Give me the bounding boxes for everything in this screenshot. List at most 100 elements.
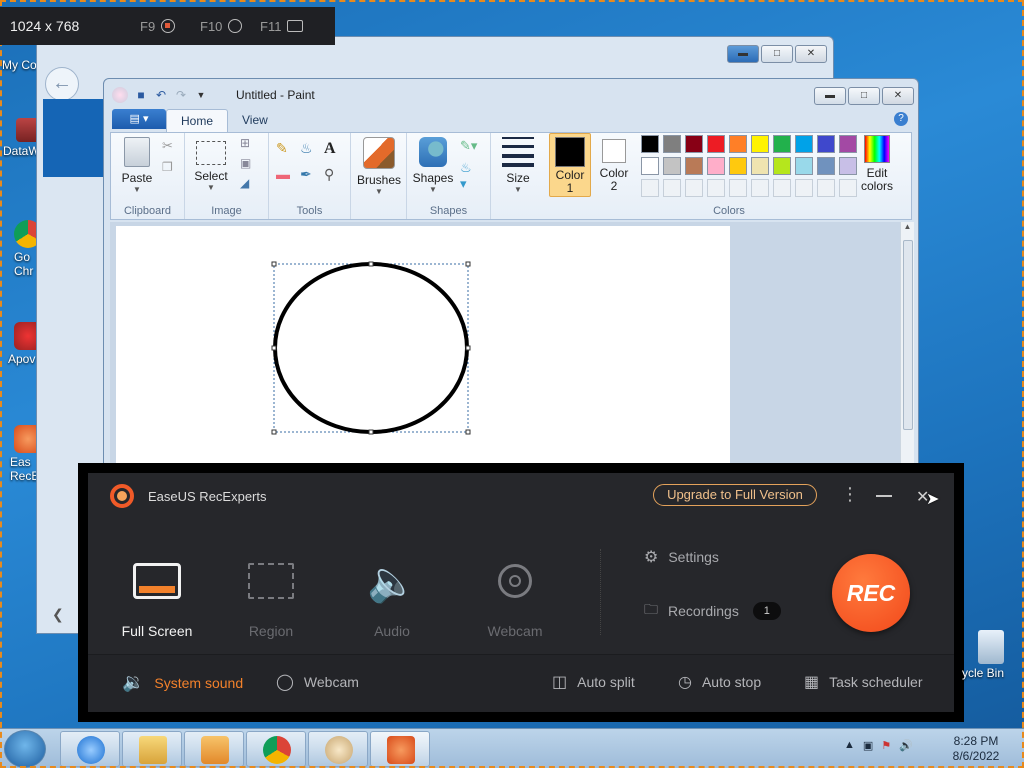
mode-webcam[interactable]: Webcam bbox=[470, 557, 560, 639]
scroll-thumb[interactable] bbox=[903, 240, 913, 430]
outline-icon[interactable]: ✎▾ bbox=[459, 137, 479, 157]
taskbar-ie[interactable] bbox=[60, 731, 120, 767]
color2-button[interactable]: Color 2 bbox=[593, 133, 635, 197]
taskbar-chrome[interactable] bbox=[246, 731, 306, 767]
fill-icon[interactable]: ♨ bbox=[299, 139, 319, 159]
webcam-toggle[interactable]: ◯ Webcam bbox=[276, 672, 359, 692]
color-swatch[interactable] bbox=[663, 179, 681, 197]
size-button[interactable]: Size ▼ bbox=[497, 137, 539, 194]
color-swatch[interactable] bbox=[795, 157, 813, 175]
auto-split-button[interactable]: ◫ Auto split bbox=[552, 672, 635, 692]
edit-colors-button[interactable]: Edit colors bbox=[855, 133, 899, 193]
crop-icon[interactable]: ⊞ bbox=[239, 135, 259, 155]
recordings-link[interactable]: 🗀 Recordings 1 bbox=[644, 599, 781, 623]
color-swatch[interactable] bbox=[795, 135, 813, 153]
magnifier-icon[interactable]: ⚲ bbox=[323, 165, 343, 185]
color-swatch[interactable] bbox=[685, 135, 703, 153]
taskbar-paint[interactable] bbox=[308, 731, 368, 767]
fill-shape-icon[interactable]: ♨▾ bbox=[459, 159, 479, 191]
paint-app-icon[interactable] bbox=[112, 87, 128, 103]
explorer-close-button[interactable]: ✕ bbox=[795, 45, 827, 63]
network-icon[interactable]: ▣ bbox=[863, 739, 873, 752]
minimize-icon[interactable] bbox=[876, 495, 892, 497]
scroll-up-icon[interactable]: ▲ bbox=[901, 222, 914, 231]
tab-home[interactable]: Home bbox=[166, 109, 229, 133]
rotate-icon[interactable]: ◢ bbox=[239, 175, 259, 195]
resize-icon[interactable]: ▣ bbox=[239, 155, 259, 175]
explorer-minimize-button[interactable]: ▬ bbox=[727, 45, 759, 63]
copy-icon[interactable]: ❐ bbox=[161, 159, 181, 179]
color-swatch[interactable] bbox=[729, 157, 747, 175]
color-swatch[interactable] bbox=[707, 135, 725, 153]
show-hidden-icons-icon[interactable]: ▲ bbox=[844, 739, 855, 752]
color-swatch[interactable] bbox=[663, 135, 681, 153]
redo-icon[interactable]: ↷ bbox=[174, 88, 188, 102]
color-swatch[interactable] bbox=[641, 157, 659, 175]
color-swatch[interactable] bbox=[729, 179, 747, 197]
pencil-icon[interactable]: ✎ bbox=[275, 139, 295, 159]
volume-icon[interactable]: 🔊 bbox=[899, 739, 913, 752]
vertical-scrollbar[interactable]: ▲ bbox=[900, 222, 914, 467]
system-sound-toggle[interactable]: 🔉 System sound bbox=[122, 672, 243, 693]
color-swatch[interactable] bbox=[751, 157, 769, 175]
shapes-button[interactable]: Shapes ▼ bbox=[411, 137, 455, 194]
cut-icon[interactable]: ✂ bbox=[161, 137, 181, 157]
mode-region[interactable]: Region bbox=[226, 557, 316, 639]
settings-link[interactable]: ⚙ Settings bbox=[644, 547, 719, 567]
tab-view[interactable]: View bbox=[228, 109, 282, 133]
color-swatch[interactable] bbox=[751, 179, 769, 197]
color-swatch[interactable] bbox=[641, 179, 659, 197]
color-swatch[interactable] bbox=[773, 179, 791, 197]
hotkey-record[interactable]: F9 bbox=[140, 19, 200, 34]
undo-icon[interactable]: ↶ bbox=[154, 88, 168, 102]
color-swatch[interactable] bbox=[817, 179, 835, 197]
back-arrow-icon[interactable]: ← bbox=[45, 67, 79, 101]
color-picker-icon[interactable]: ✒ bbox=[299, 165, 319, 185]
desktop-icon-recycle-bin[interactable]: ycle Bin bbox=[958, 630, 1018, 680]
taskbar-explorer[interactable] bbox=[122, 731, 182, 767]
paste-button[interactable]: Paste ▼ bbox=[117, 137, 157, 194]
color-swatch[interactable] bbox=[707, 157, 725, 175]
color-swatch[interactable] bbox=[707, 179, 725, 197]
color-swatch[interactable] bbox=[685, 179, 703, 197]
auto-stop-button[interactable]: ◷ Auto stop bbox=[678, 672, 761, 692]
paint-maximize-button[interactable]: □ bbox=[848, 87, 880, 105]
hotkey-screenshot[interactable]: F11 bbox=[260, 19, 320, 34]
color-swatch[interactable] bbox=[685, 157, 703, 175]
text-icon[interactable]: A bbox=[323, 139, 343, 159]
paint-close-button[interactable]: ✕ bbox=[882, 87, 914, 105]
color-swatch[interactable] bbox=[663, 157, 681, 175]
color-swatch[interactable] bbox=[751, 135, 769, 153]
taskbar-easeus[interactable] bbox=[370, 731, 430, 767]
brushes-button[interactable]: Brushes ▼ bbox=[355, 137, 403, 196]
start-button[interactable] bbox=[4, 730, 46, 768]
paint-menu-button[interactable]: ▤ ▾ bbox=[112, 109, 166, 129]
color-swatch[interactable] bbox=[641, 135, 659, 153]
color-swatch[interactable] bbox=[817, 135, 835, 153]
color-swatch[interactable] bbox=[795, 179, 813, 197]
scroll-left-icon[interactable]: ❮ bbox=[52, 606, 64, 623]
help-icon[interactable]: ? bbox=[894, 112, 908, 126]
rec-button[interactable]: REC bbox=[832, 554, 910, 632]
mode-full-screen[interactable]: Full Screen bbox=[112, 557, 202, 639]
paint-minimize-button[interactable]: ▬ bbox=[814, 87, 846, 105]
clock[interactable]: 8:28 PM 8/6/2022 bbox=[948, 734, 1004, 764]
color-swatch[interactable] bbox=[729, 135, 747, 153]
more-options-icon[interactable]: ⋮ bbox=[841, 485, 859, 503]
eraser-icon[interactable]: ▬ bbox=[275, 165, 295, 185]
action-center-icon[interactable]: ⚑ bbox=[881, 739, 891, 752]
customize-dropdown-icon[interactable]: ▼ bbox=[194, 88, 208, 102]
select-button[interactable]: Select ▼ bbox=[189, 137, 233, 192]
upgrade-button[interactable]: Upgrade to Full Version bbox=[653, 484, 817, 506]
color-swatch[interactable] bbox=[773, 157, 791, 175]
drawing-canvas[interactable] bbox=[116, 226, 730, 466]
hotkey-pause[interactable]: F10 bbox=[200, 19, 260, 34]
task-scheduler-button[interactable]: ▦ Task scheduler bbox=[804, 672, 923, 692]
explorer-maximize-button[interactable]: □ bbox=[761, 45, 793, 63]
save-icon[interactable]: ■ bbox=[134, 88, 148, 102]
color-swatch[interactable] bbox=[773, 135, 791, 153]
mode-audio[interactable]: 🔈 Audio bbox=[347, 557, 437, 640]
color-swatch[interactable] bbox=[817, 157, 835, 175]
taskbar-media[interactable] bbox=[184, 731, 244, 767]
color1-button[interactable]: Color 1 bbox=[549, 133, 591, 197]
